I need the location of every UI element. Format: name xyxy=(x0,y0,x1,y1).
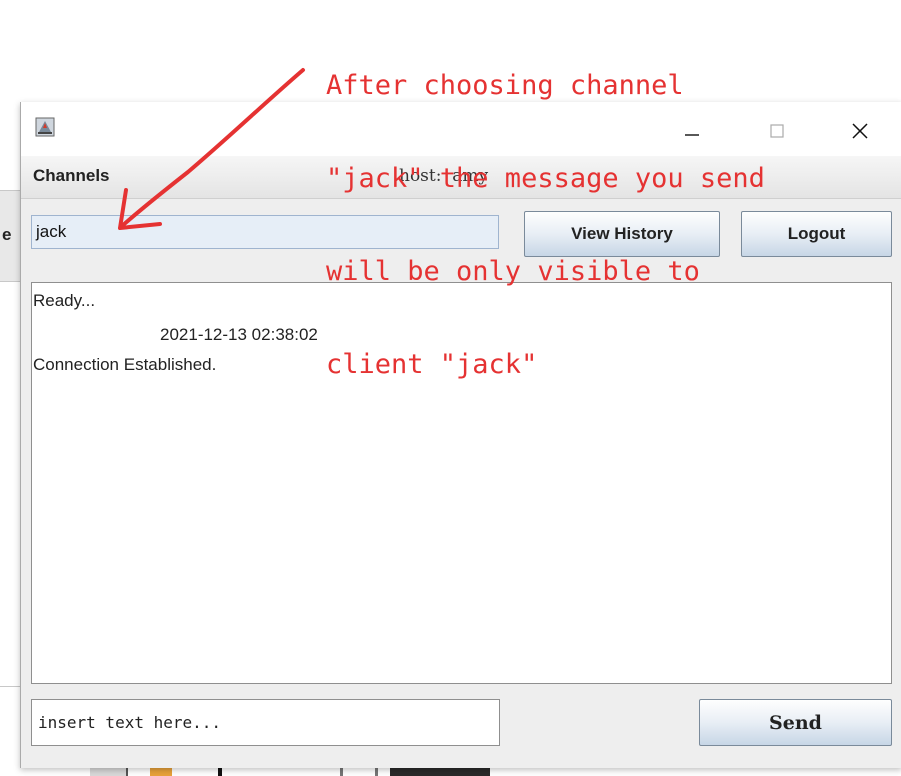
annotation-line: After choosing channel xyxy=(326,70,684,101)
annotation-line: "jack" the message you send xyxy=(326,163,765,194)
annotation-line: client "jack" xyxy=(326,349,538,380)
maximize-icon[interactable] xyxy=(764,118,790,144)
background-app-label: e xyxy=(2,225,12,244)
log-line-timestamp: 2021-12-13 02:38:02 xyxy=(160,325,318,344)
java-app-icon xyxy=(35,117,55,137)
background-app-panel: e xyxy=(0,190,22,282)
message-input[interactable] xyxy=(31,699,500,746)
log-line-connection: Connection Established. xyxy=(33,355,217,374)
background-divider xyxy=(0,686,22,687)
channels-menu[interactable]: Channels xyxy=(33,166,110,186)
log-line-status: Ready... xyxy=(33,291,96,310)
send-button[interactable]: Send xyxy=(699,699,892,746)
annotation-line: will be only visible to xyxy=(326,256,700,287)
background-taskbar xyxy=(90,768,490,776)
annotation-text: After choosing channel "jack" the messag… xyxy=(326,8,765,411)
close-icon[interactable] xyxy=(847,118,873,144)
